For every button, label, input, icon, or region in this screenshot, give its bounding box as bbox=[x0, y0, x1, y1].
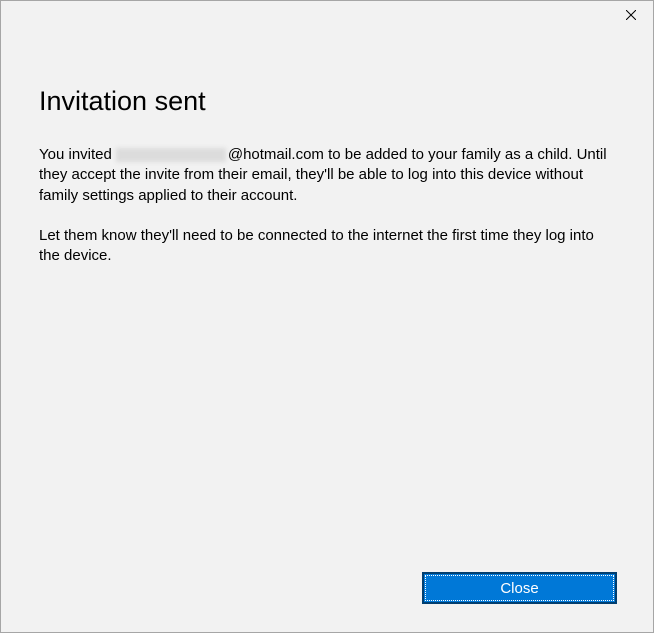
redacted-email-local bbox=[116, 148, 226, 162]
titlebar bbox=[1, 1, 653, 31]
close-button[interactable]: Close bbox=[422, 572, 617, 604]
dialog-heading: Invitation sent bbox=[39, 86, 615, 117]
dialog-content: Invitation sent You invited@hotmail.com … bbox=[1, 31, 653, 632]
dialog-footer: Close bbox=[422, 572, 617, 604]
dialog-window: Invitation sent You invited@hotmail.com … bbox=[0, 0, 654, 633]
dialog-paragraph-2: Let them know they'll need to be connect… bbox=[39, 226, 615, 267]
dialog-paragraph-1: You invited@hotmail.com to be added to y… bbox=[39, 145, 615, 206]
close-icon[interactable] bbox=[608, 1, 653, 29]
p1-prefix: You invited bbox=[39, 146, 112, 163]
